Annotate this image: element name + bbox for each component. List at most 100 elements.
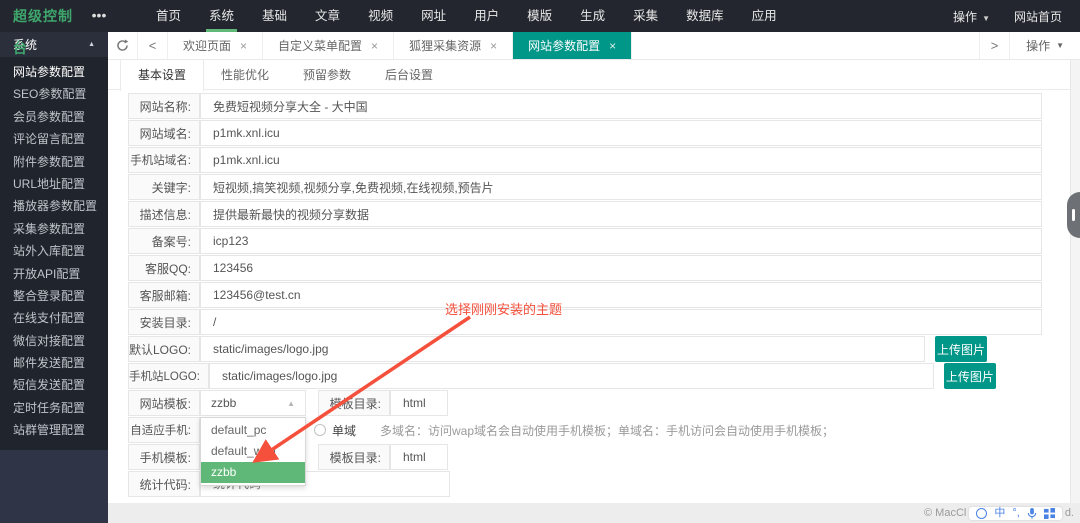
mobile-logo-input[interactable] xyxy=(209,363,934,389)
open-tab[interactable]: 狐狸采集资源 × xyxy=(394,32,513,59)
site-name-input[interactable] xyxy=(200,93,1042,119)
dropdown-option[interactable]: default_wap xyxy=(201,441,305,462)
default-logo-input[interactable] xyxy=(200,336,925,362)
keyboard-grid-icon[interactable] xyxy=(1044,508,1055,519)
topbar-menu-item[interactable]: 生成 xyxy=(566,0,619,32)
field-label: 统计代码: xyxy=(128,471,200,497)
sidebar-item[interactable]: 站外入库配置 xyxy=(0,240,108,262)
topbar-menu-item[interactable]: 系统 xyxy=(195,0,248,32)
sidebar-item[interactable]: 会员参数配置 xyxy=(0,106,108,128)
chevron-left-icon[interactable]: < xyxy=(138,32,168,59)
sidebar-item[interactable]: 邮件发送配置 xyxy=(0,352,108,374)
icp-input[interactable] xyxy=(200,228,1042,254)
sidebar-item[interactable]: URL地址配置 xyxy=(0,173,108,195)
service-email-input[interactable] xyxy=(200,282,1042,308)
topbar-menu-item[interactable]: 数据库 xyxy=(672,0,738,32)
dropdown-option[interactable]: default_pc xyxy=(201,420,305,441)
description-input[interactable] xyxy=(200,201,1042,227)
ime-logo-icon[interactable] xyxy=(976,508,987,519)
dropdown-option[interactable]: zzbb xyxy=(201,462,305,483)
sidebar-item[interactable]: 站群管理配置 xyxy=(0,419,108,441)
ellipsis-icon[interactable]: ••• xyxy=(86,0,112,32)
caret-up-icon: ▲ xyxy=(88,41,95,48)
caret-up-icon: ▲ xyxy=(287,399,295,408)
topbar-action-dropdown[interactable]: 操作▼ xyxy=(953,8,990,25)
site-domain-input[interactable] xyxy=(200,120,1042,146)
refresh-icon[interactable] xyxy=(108,32,138,59)
site-template-select[interactable]: zzbb ▲ xyxy=(200,390,306,416)
chevron-right-icon[interactable]: > xyxy=(979,32,1009,59)
annotation-text: 选择刚刚安装的主题 xyxy=(445,299,562,318)
settings-tab[interactable]: 性能优化 xyxy=(204,60,286,90)
field-row-mobile-logo: 手机站LOGO: 上传图片 xyxy=(128,363,1042,389)
topbar-menu-item[interactable]: 首页 xyxy=(142,0,195,32)
field-row-service-qq: 客服QQ: xyxy=(128,255,1042,281)
sidebar-item[interactable]: 整合登录配置 xyxy=(0,285,108,307)
sidebar-item[interactable]: 网站参数配置 xyxy=(0,61,108,83)
topbar-menu-item[interactable]: 文章 xyxy=(301,0,354,32)
topbar-menu-item[interactable]: 视频 xyxy=(354,0,407,32)
template-dir-input[interactable] xyxy=(390,390,448,416)
close-icon[interactable]: × xyxy=(609,40,616,52)
drawer-handle[interactable] xyxy=(1067,192,1080,238)
sidebar-item[interactable]: 播放器参数配置 xyxy=(0,195,108,217)
sidebar-item[interactable]: 开放API配置 xyxy=(0,263,108,285)
sidebar-item[interactable]: 采集参数配置 xyxy=(0,218,108,240)
open-tab[interactable]: 自定义菜单配置 × xyxy=(263,32,394,59)
upload-image-button[interactable]: 上传图片 xyxy=(935,336,987,362)
mobile-template-dir-input[interactable] xyxy=(390,444,448,470)
tab-strip-right: > 操作▼ xyxy=(979,32,1080,59)
close-icon[interactable]: × xyxy=(490,40,497,52)
punctuation-icon[interactable]: °, xyxy=(1012,508,1019,519)
sidebar-item[interactable]: 定时任务配置 xyxy=(0,397,108,419)
admin-console-page: 超级控制台 ••• 首页系统基础文章视频网址用户模版生成采集数据库应用 操作▼ … xyxy=(0,0,1080,523)
site-template-dropdown: default_pcdefault_wapzzbb xyxy=(200,417,306,486)
microphone-icon[interactable] xyxy=(1027,508,1037,519)
topbar-menu-item[interactable]: 用户 xyxy=(460,0,513,32)
keywords-input[interactable] xyxy=(200,174,1042,200)
topbar-menu-item[interactable]: 网址 xyxy=(407,0,460,32)
caret-down-icon: ▼ xyxy=(982,14,990,23)
sidebar-item[interactable]: 在线支付配置 xyxy=(0,307,108,329)
single-domain-radio[interactable]: 单域 xyxy=(314,417,356,443)
topbar-menu-item[interactable]: 应用 xyxy=(738,0,791,32)
ime-toolbar: 中 °, xyxy=(969,507,1061,520)
adaptive-mobile-hint: 多域名：访问wap域名会自动使用手机模板；单域名：手机访问会自动使用手机模板； xyxy=(380,417,834,443)
sidebar-item[interactable]: 附件参数配置 xyxy=(0,151,108,173)
field-row-keywords: 关键字: xyxy=(128,174,1042,200)
topbar-menu-item[interactable]: 模版 xyxy=(513,0,566,32)
status-bar: © MacCl 中 °, d. xyxy=(108,503,1080,523)
open-tab[interactable]: 网站参数配置 × xyxy=(513,32,632,59)
open-tab[interactable]: 欢迎页面 × xyxy=(168,32,263,59)
status-suffix-text: d. xyxy=(1065,507,1074,519)
field-row-icp: 备案号: xyxy=(128,228,1042,254)
sidebar-item[interactable]: 微信对接配置 xyxy=(0,330,108,352)
sidebar-item[interactable]: 评论留言配置 xyxy=(0,128,108,150)
mobile-domain-input[interactable] xyxy=(200,147,1042,173)
upload-image-button[interactable]: 上传图片 xyxy=(944,363,996,389)
sidebar: 系统 ▲ 网站参数配置SEO参数配置会员参数配置评论留言配置附件参数配置URL地… xyxy=(0,32,108,523)
install-dir-input[interactable] xyxy=(200,309,1042,335)
sidebar-item[interactable]: SEO参数配置 xyxy=(0,83,108,105)
caret-down-icon: ▼ xyxy=(1056,41,1064,50)
site-home-link[interactable]: 网站首页 xyxy=(1014,8,1062,25)
sidebar-item[interactable]: 短信发送配置 xyxy=(0,374,108,396)
settings-tab[interactable]: 后台设置 xyxy=(368,60,450,90)
service-qq-input[interactable] xyxy=(200,255,1042,281)
field-row-site-domain: 网站域名: xyxy=(128,120,1042,146)
radio-icon xyxy=(314,424,326,436)
field-label: 手机站LOGO: xyxy=(128,363,209,389)
topbar-menu-item[interactable]: 采集 xyxy=(619,0,672,32)
vertical-scrollbar[interactable] xyxy=(1070,32,1080,503)
field-label: 模板目录: xyxy=(318,444,390,470)
field-label: 网站域名: xyxy=(128,120,200,146)
tab-actions-dropdown[interactable]: 操作▼ xyxy=(1009,32,1080,59)
field-label: 描述信息: xyxy=(128,201,200,227)
close-icon[interactable]: × xyxy=(371,40,378,52)
settings-tab[interactable]: 基本设置 xyxy=(120,60,204,91)
close-icon[interactable]: × xyxy=(240,40,247,52)
settings-tab[interactable]: 预留参数 xyxy=(286,60,368,90)
chinese-mode-icon[interactable]: 中 xyxy=(994,508,1005,519)
field-label: 网站模板: xyxy=(128,390,200,416)
topbar-menu-item[interactable]: 基础 xyxy=(248,0,301,32)
